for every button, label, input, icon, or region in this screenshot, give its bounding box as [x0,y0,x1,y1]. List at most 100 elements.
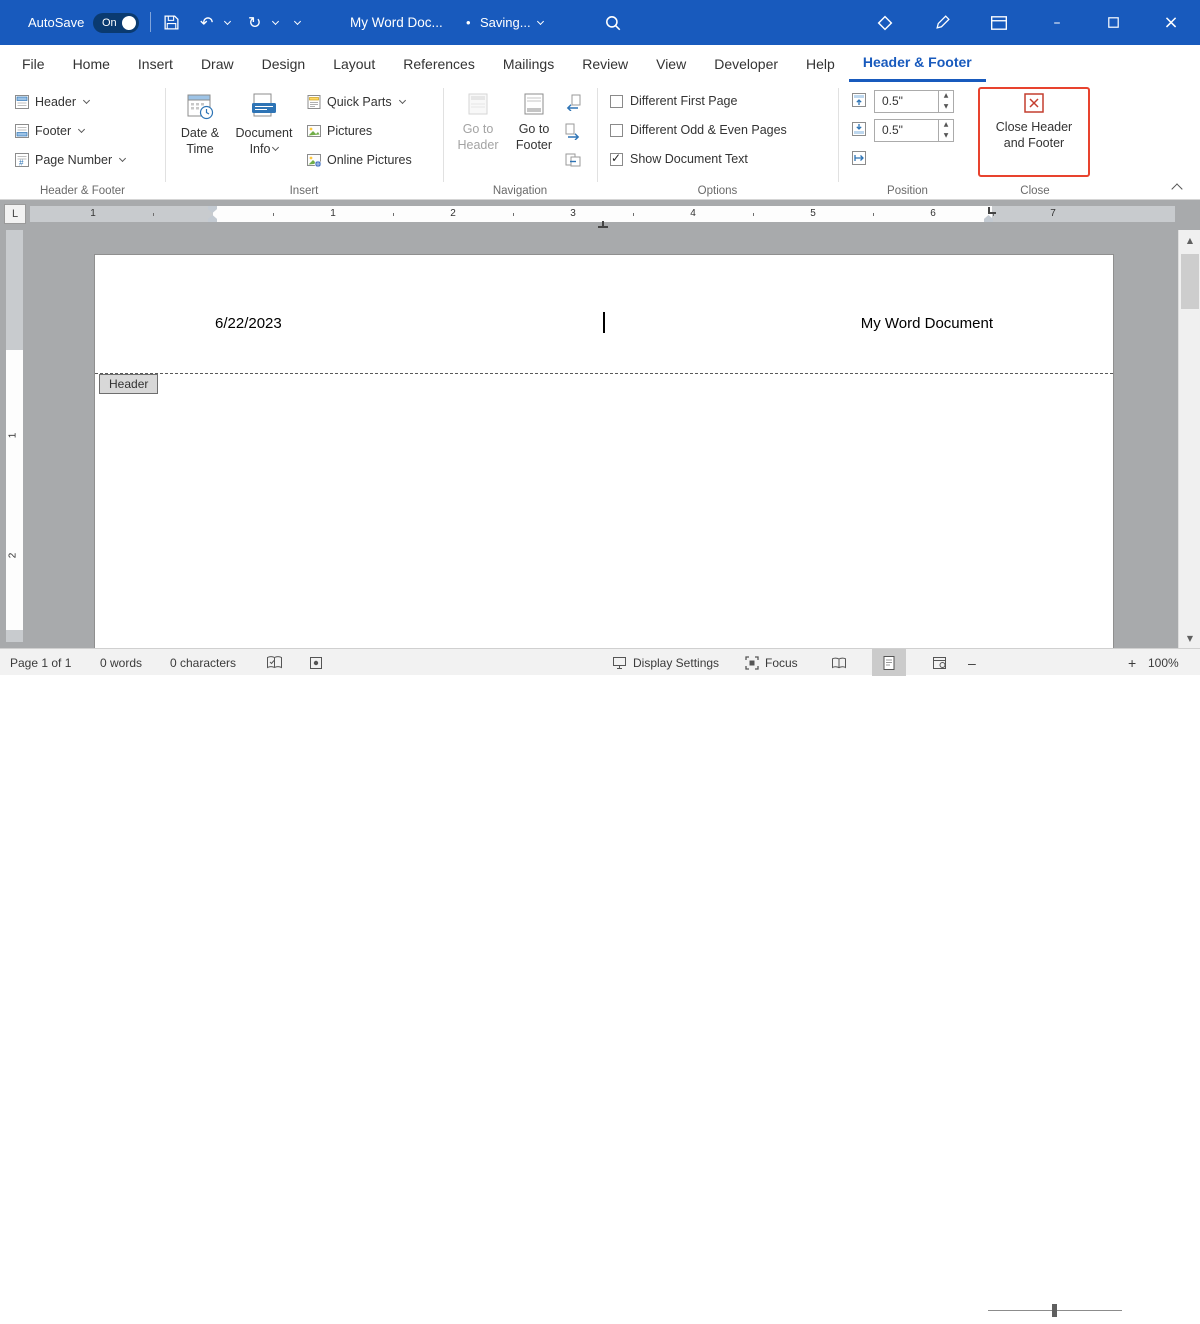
pictures-button[interactable]: Pictures [306,119,372,143]
spin-up-icon[interactable]: ▲ [939,91,953,102]
close-button[interactable]: × [1148,0,1194,45]
tab-design[interactable]: Design [248,45,320,82]
scrollbar-thumb[interactable] [1181,254,1199,309]
tab-insert[interactable]: Insert [124,45,187,82]
close-header-footer-button[interactable]: Close Header and Footer [982,86,1086,182]
minimize-button[interactable]: – [1034,0,1080,45]
tab-layout[interactable]: Layout [319,45,389,82]
group-separator [165,88,166,182]
footer-dropdown-button[interactable]: Footer [14,119,84,143]
redo-icon[interactable]: ↻ [248,0,261,45]
tab-header-footer[interactable]: Header & Footer [849,45,986,82]
header-dropdown-button[interactable]: Header [14,90,89,114]
tab-draw[interactable]: Draw [187,45,248,82]
header-icon [14,94,30,110]
vertical-ruler[interactable]: 1 2 [6,230,23,642]
divider [150,12,151,32]
undo-icon[interactable]: ↶ [200,0,213,45]
quick-parts-label: Quick Parts [327,95,392,109]
scroll-down-icon[interactable]: ▼ [1179,628,1200,648]
next-section-button[interactable] [564,119,582,143]
go-to-footer-button[interactable]: Go to Footer [508,86,560,182]
focus-button[interactable]: Focus [745,649,798,676]
save-icon[interactable] [163,0,180,45]
tab-home[interactable]: Home [59,45,124,82]
page-number-icon: # [14,152,30,168]
header-title-text: My Word Document [861,315,993,332]
date-time-button[interactable]: Date & Time [172,86,228,182]
title-dropdown-icon[interactable] [535,0,543,45]
header-from-top-input[interactable]: 0.5" ▲▼ [874,90,954,113]
group-label-options: Options [597,185,838,197]
quick-parts-button[interactable]: Quick Parts [306,90,405,114]
show-document-text-checkbox[interactable]: Show Document Text [610,150,748,168]
center-tab-stop-marker[interactable] [598,221,608,228]
tab-developer[interactable]: Developer [700,45,792,82]
ruler-number: 1 [328,208,338,219]
collapse-ribbon-icon[interactable] [1171,183,1182,194]
maximize-button[interactable] [1090,0,1136,45]
footer-label: Footer [35,124,71,138]
checkbox-icon[interactable] [610,153,623,166]
different-odd-even-checkbox[interactable]: Different Odd & Even Pages [610,121,787,139]
scroll-up-icon[interactable]: ▲ [1179,230,1200,250]
checkbox-icon[interactable] [610,95,623,108]
spin-down-icon[interactable]: ▼ [939,131,953,142]
display-settings-icon [612,656,627,670]
checkbox-icon[interactable] [610,124,623,137]
pictures-icon [306,123,322,139]
autosave-label: AutoSave [28,0,84,45]
tab-review[interactable]: Review [568,45,642,82]
tab-stop-selector[interactable]: L [4,204,26,224]
zoom-out-button[interactable]: – [968,649,976,676]
header-date-text: 6/22/2023 [215,315,282,332]
macro-record-icon[interactable] [309,649,323,676]
zoom-slider[interactable] [988,1297,1122,1324]
spin-up-icon[interactable]: ▲ [939,120,953,131]
vertical-scrollbar[interactable]: ▲ ▼ [1178,230,1200,648]
online-pictures-button[interactable]: Online Pictures [306,148,412,172]
focus-icon [745,656,759,670]
ruler-tick [153,213,154,216]
pen-icon[interactable] [934,0,951,45]
quick-access-dropdown-icon[interactable] [292,0,300,45]
tab-mailings[interactable]: Mailings [489,45,568,82]
document-page[interactable]: 6/22/2023 My Word Document Header [95,255,1113,648]
undo-dropdown-icon[interactable] [222,0,230,45]
zoom-slider-thumb[interactable] [1052,1304,1057,1317]
character-count[interactable]: 0 characters [170,649,236,676]
word-count[interactable]: 0 words [100,649,142,676]
document-info-button[interactable]: Document Info [232,86,296,182]
chevron-down-icon [272,144,279,151]
header-from-top-value[interactable]: 0.5" [875,91,938,112]
next-section-icon [564,122,582,140]
web-layout-button[interactable] [922,649,956,676]
proofing-icon[interactable] [266,649,283,676]
read-mode-button[interactable] [822,649,856,676]
previous-section-button[interactable] [564,90,582,114]
spin-down-icon[interactable]: ▼ [939,102,953,113]
different-first-page-checkbox[interactable]: Different First Page [610,92,737,110]
tab-references[interactable]: References [389,45,489,82]
search-icon[interactable] [604,0,622,45]
tab-file[interactable]: File [8,45,59,82]
print-layout-button[interactable] [872,649,906,676]
redo-dropdown-icon[interactable] [270,0,278,45]
zoom-level[interactable]: 100% [1148,649,1179,676]
tab-view[interactable]: View [642,45,700,82]
ribbon-display-icon[interactable] [990,0,1008,45]
horizontal-ruler[interactable]: 1 1 2 3 4 5 6 7 [30,206,1175,222]
display-settings-button[interactable]: Display Settings [612,649,719,676]
tab-help[interactable]: Help [792,45,849,82]
right-tab-stop-marker[interactable] [988,207,996,214]
header-area-tag: Header [99,374,158,394]
page-indicator[interactable]: Page 1 of 1 [10,649,71,676]
insert-alignment-tab-button[interactable] [850,149,868,172]
page-number-dropdown-button[interactable]: # Page Number [14,148,125,172]
footer-from-bottom-value[interactable]: 0.5" [875,120,938,141]
footer-from-bottom-input[interactable]: 0.5" ▲▼ [874,119,954,142]
editor-icon[interactable] [876,0,894,45]
zoom-in-button[interactable]: + [1128,649,1136,676]
link-to-previous-button[interactable] [564,148,582,172]
autosave-toggle[interactable]: On [93,13,139,33]
